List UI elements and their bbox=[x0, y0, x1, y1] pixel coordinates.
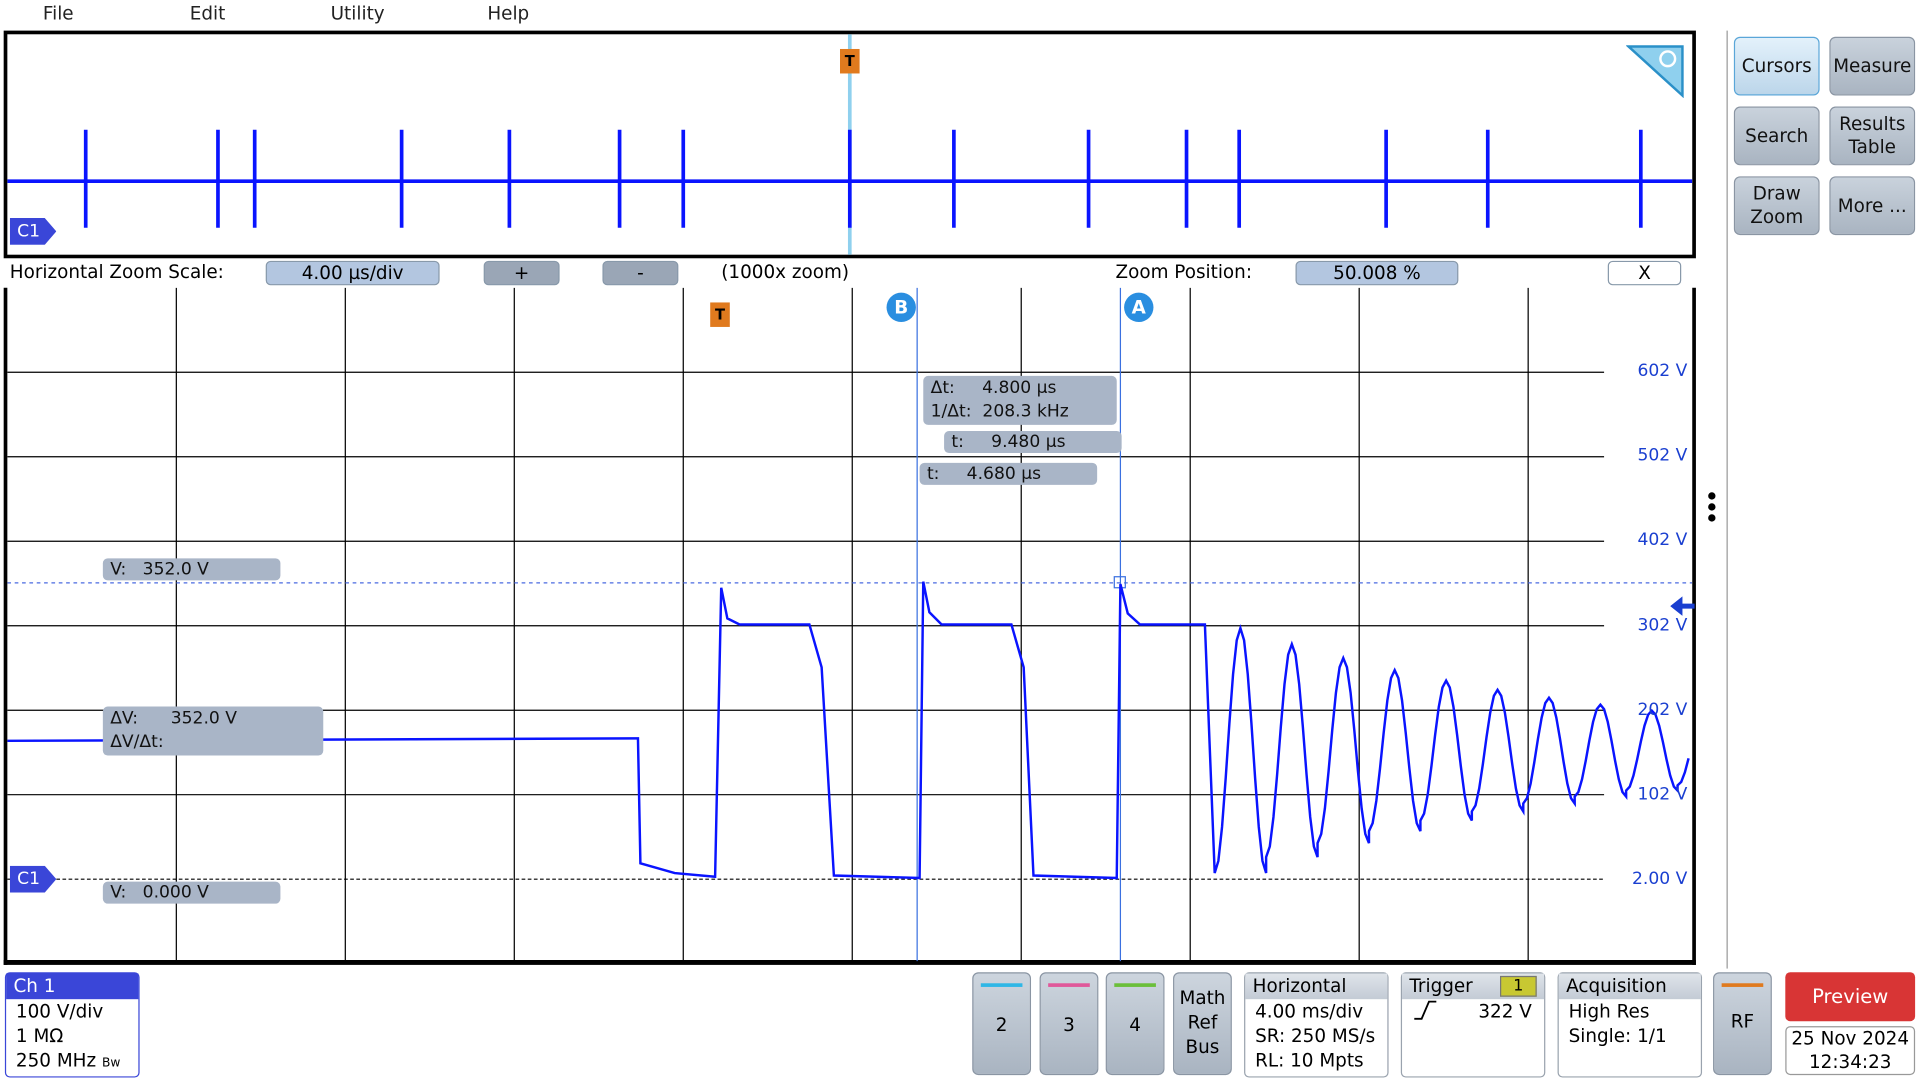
cursors-button[interactable]: Cursors bbox=[1733, 36, 1820, 96]
rf-color bbox=[1721, 983, 1764, 987]
zoom-factor: (1000x zoom) bbox=[721, 260, 850, 283]
zoom-bar: Horizontal Zoom Scale: 4.00 µs/div + - (… bbox=[3, 258, 1696, 288]
delta-t: Δt: 4.800 µs bbox=[930, 378, 1057, 398]
trigger-badge[interactable]: Trigger 1 322 V bbox=[1400, 972, 1546, 1078]
channel-4-label: 4 bbox=[1129, 1013, 1141, 1036]
preview-button[interactable]: Preview bbox=[1785, 972, 1916, 1022]
horizontal-badge[interactable]: Horizontal 4.00 ms/div SR: 250 MS/s RL: … bbox=[1244, 972, 1389, 1078]
horizontal-title: Horizontal bbox=[1245, 973, 1388, 1000]
results-table-button[interactable]: Results Table bbox=[1829, 106, 1916, 166]
channel-2-color bbox=[980, 983, 1023, 987]
time: 12:34:23 bbox=[1808, 1050, 1892, 1073]
rising-edge-icon bbox=[1414, 1000, 1437, 1020]
channel-3-label: 3 bbox=[1063, 1013, 1075, 1036]
zoom-position-label: Zoom Position: bbox=[1115, 260, 1253, 283]
trigger-level: 322 V bbox=[1478, 1000, 1532, 1023]
acquisition-badge[interactable]: Acquisition High Res Single: 1/1 bbox=[1557, 972, 1703, 1078]
volt-label: 502 V bbox=[1637, 445, 1688, 466]
record-length: RL: 10 Mpts bbox=[1255, 1049, 1364, 1072]
ch1-scale: 100 V/div bbox=[15, 1000, 104, 1023]
delta-v-readout: ΔV: 352.0 V ΔV/Δt: bbox=[102, 706, 324, 756]
ch1-impedance: 1 MΩ bbox=[15, 1024, 64, 1047]
zoom-scale-field[interactable]: 4.00 µs/div bbox=[265, 260, 440, 286]
ch1-title: Ch 1 bbox=[6, 973, 139, 1000]
delta-v-dt: ΔV/Δt: bbox=[110, 732, 164, 752]
menu-help[interactable]: Help bbox=[487, 2, 529, 24]
channel-4-color bbox=[1114, 983, 1156, 987]
zoom-waveform-plot[interactable]: 602 V 502 V 402 V 302 V 202 V 102 V 2.00… bbox=[3, 287, 1696, 965]
zoom-position-field[interactable]: 50.008 % bbox=[1295, 260, 1459, 286]
rf-button[interactable]: RF bbox=[1713, 972, 1772, 1076]
acquisition-title: Acquisition bbox=[1558, 973, 1701, 1000]
menu-file[interactable]: File bbox=[43, 2, 74, 24]
more-button[interactable]: More ... bbox=[1829, 176, 1916, 236]
trigger-marker[interactable]: T bbox=[710, 302, 730, 327]
delta-t-readout: Δt: 4.800 µs 1/Δt: 208.3 kHz bbox=[923, 375, 1117, 425]
inverse-delta-t: 1/Δt: 208.3 kHz bbox=[930, 401, 1069, 422]
volt-label: 602 V bbox=[1637, 361, 1688, 381]
channel-2-label: 2 bbox=[995, 1013, 1008, 1036]
close-zoom-button[interactable]: X bbox=[1607, 260, 1682, 286]
cursor-a-handle[interactable]: A bbox=[1124, 292, 1154, 323]
trigger-title: Trigger bbox=[1409, 974, 1473, 997]
cursor-a-time: t: 9.480 µs bbox=[944, 431, 1122, 454]
measure-button[interactable]: Measure bbox=[1829, 36, 1916, 96]
volt-label: 302 V bbox=[1637, 615, 1688, 636]
draw-zoom-button[interactable]: Draw Zoom bbox=[1733, 176, 1820, 236]
zoom-corner-icon[interactable] bbox=[1626, 42, 1687, 98]
menu-edit[interactable]: Edit bbox=[190, 2, 226, 24]
acquisition-mode: High Res bbox=[1568, 1000, 1650, 1023]
sample-rate: SR: 250 MS/s bbox=[1255, 1024, 1376, 1047]
zoom-scale-label: Horizontal Zoom Scale: bbox=[9, 260, 224, 283]
delta-v: ΔV: 352.0 V bbox=[110, 708, 237, 729]
channel-3-color bbox=[1048, 983, 1090, 987]
ch1-bandwidth: 250 MHz bbox=[15, 1049, 97, 1072]
cursor-b-handle[interactable]: B bbox=[886, 292, 916, 323]
zoom-out-button[interactable]: - bbox=[602, 260, 679, 286]
more-options-icon[interactable] bbox=[1704, 490, 1719, 527]
cursor-a-voltage: V: 352.0 V bbox=[102, 558, 281, 581]
trigger-marker: T bbox=[840, 48, 860, 74]
volt-label: 102 V bbox=[1637, 784, 1688, 805]
cursor-b-voltage: V: 0.000 V bbox=[102, 881, 281, 904]
channel-3-button[interactable]: 3 bbox=[1039, 972, 1099, 1076]
volt-label: 402 V bbox=[1637, 530, 1688, 550]
overview-waveform[interactable]: C1 T bbox=[3, 30, 1696, 259]
side-panel: Cursors Measure Search Results Table Dra… bbox=[1726, 30, 1920, 969]
rf-label: RF bbox=[1730, 1010, 1755, 1033]
zoom-in-button[interactable]: + bbox=[483, 260, 560, 286]
volt-label: 202 V bbox=[1637, 700, 1688, 721]
math-ref-bus-button[interactable]: Math Ref Bus bbox=[1173, 972, 1232, 1076]
acquisition-single: Single: 1/1 bbox=[1568, 1024, 1667, 1047]
search-button[interactable]: Search bbox=[1733, 106, 1820, 166]
volt-label: 2.00 V bbox=[1631, 869, 1688, 889]
date-time[interactable]: 25 Nov 2024 12:34:23 bbox=[1785, 1026, 1916, 1076]
bandwidth-limit-icon: Bw bbox=[101, 1056, 121, 1071]
trigger-source: 1 bbox=[1500, 975, 1537, 997]
trigger-level-arrow-icon[interactable] bbox=[1670, 596, 1695, 616]
menu-utility[interactable]: Utility bbox=[331, 2, 385, 24]
channel-2-button[interactable]: 2 bbox=[972, 972, 1032, 1076]
horizontal-scale: 4.00 ms/div bbox=[1255, 1000, 1364, 1023]
channel-1-badge[interactable]: Ch 1 100 V/div 1 MΩ 250 MHz Bw bbox=[4, 972, 140, 1078]
cursor-b-time: t: 4.680 µs bbox=[919, 462, 1098, 485]
date: 25 Nov 2024 bbox=[1791, 1027, 1910, 1050]
channel-4-button[interactable]: 4 bbox=[1105, 972, 1165, 1076]
